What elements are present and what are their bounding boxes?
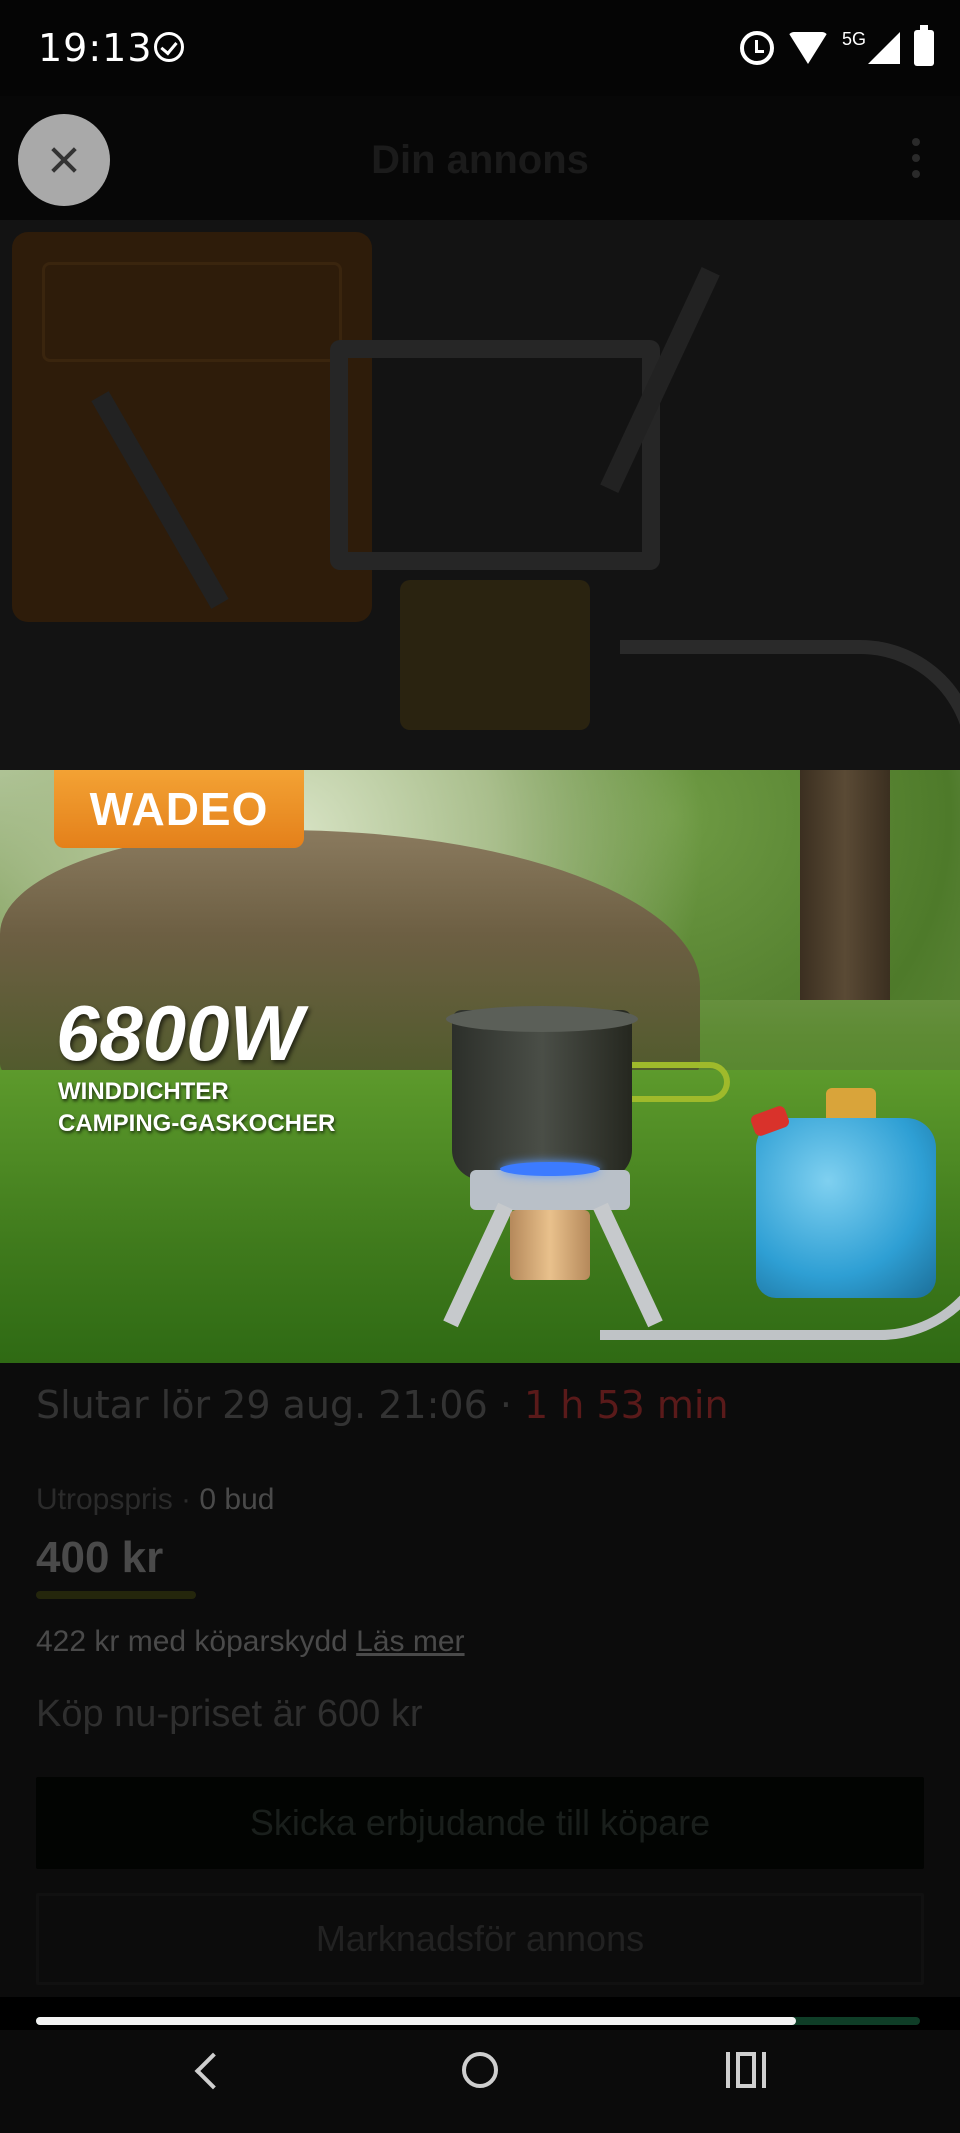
end-time: Slutar lör 29 aug. 21:06 — [36, 1383, 488, 1427]
current-price: 400 kr — [36, 1533, 164, 1582]
flame — [500, 1162, 600, 1176]
background-product-image — [0, 220, 960, 770]
starting-price-label: Utropspris — [36, 1483, 173, 1516]
status-time: 19:13 — [38, 26, 153, 70]
home-icon[interactable] — [462, 2052, 498, 2088]
stove-valve — [510, 1210, 590, 1280]
brand-logo: WADEO — [54, 770, 304, 848]
gas-canister — [756, 1118, 936, 1298]
bid-meta: Utropspris · 0 bud — [36, 1483, 275, 1516]
page-title: Din annons — [371, 138, 589, 182]
check-circle-icon — [154, 32, 184, 62]
cooking-pot — [452, 1010, 632, 1180]
stove-image — [330, 340, 660, 570]
recents-icon[interactable] — [726, 2052, 766, 2088]
close-button[interactable] — [18, 114, 110, 206]
promote-listing-button[interactable]: Marknadsför annons — [36, 1893, 924, 1985]
network-type-label: 5G — [841, 28, 866, 49]
buyer-protection-text: 422 kr med köparskydd — [36, 1625, 348, 1658]
price-underline — [36, 1591, 196, 1599]
wifi-icon — [787, 32, 828, 64]
listing-details: Slutar lör 29 aug. 21:06 · 1 h 53 min Ut… — [0, 1363, 960, 1997]
promo-subline-1: WINDDICHTER — [58, 1078, 229, 1105]
bid-count: 0 bud — [199, 1483, 275, 1516]
status-icons: 5G — [739, 25, 934, 68]
promo-subline-2: CAMPING-GASKOCHER — [58, 1110, 336, 1137]
signal-icon — [868, 32, 900, 64]
more-vertical-icon[interactable] — [912, 138, 920, 178]
status-bar: 19:13 5G — [0, 0, 960, 96]
tree-trunk — [800, 770, 890, 1000]
image-pager-progress — [36, 2017, 797, 2025]
alarm-icon — [739, 31, 774, 65]
time-left: 1 h 53 min — [524, 1383, 729, 1427]
buyer-protection: 422 kr med köparskydd Läs mer — [36, 1625, 465, 1659]
product-photo[interactable]: WADEO 6800W WINDDICHTER CAMPING-GASKOCHE… — [0, 770, 960, 1363]
back-icon[interactable] — [194, 2052, 232, 2090]
read-more-link[interactable]: Läs mer — [356, 1625, 464, 1658]
buy-now-price: Köp nu-priset är 600 kr — [36, 1693, 423, 1735]
promo-subline: WINDDICHTER CAMPING-GASKOCHER — [58, 1076, 335, 1140]
image-pager-track — [36, 2017, 920, 2025]
auction-end: Slutar lör 29 aug. 21:06 · 1 h 53 min — [36, 1383, 729, 1427]
battery-icon — [914, 25, 934, 66]
app-header: Din annons — [0, 96, 960, 220]
navigation-bar — [0, 2030, 960, 2133]
send-offer-button[interactable]: Skicka erbjudande till köpare — [36, 1777, 924, 1869]
promo-headline: 6800W — [56, 989, 304, 1077]
